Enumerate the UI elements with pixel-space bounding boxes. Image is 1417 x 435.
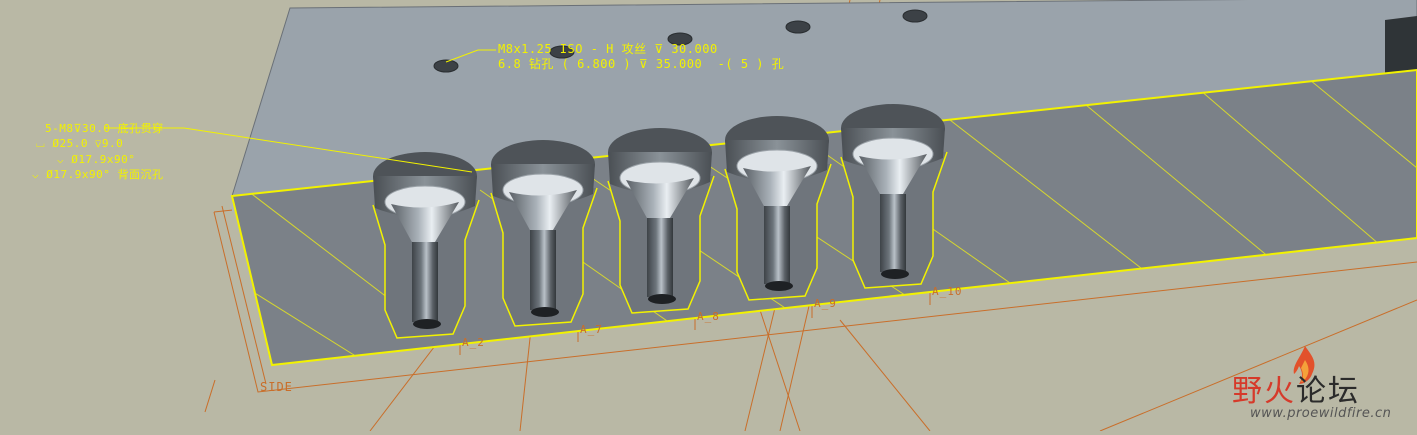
watermark-title-part2: 论坛 xyxy=(1296,374,1360,409)
datum-label-a10[interactable]: A_10 xyxy=(932,285,963,298)
watermark-title-part1: 野火 xyxy=(1232,374,1296,409)
hole-bottom xyxy=(881,269,909,279)
datum-label-a8[interactable]: A_8 xyxy=(697,310,720,323)
counterbore-note-line4[interactable]: ⌵ Ø17.9x90° 背面沉孔 xyxy=(32,168,163,181)
hole-shaft xyxy=(880,194,906,272)
hole-bottom xyxy=(765,281,793,291)
hole-note-line2[interactable]: 6.8 钻孔 ( 6.800 ) ⊽ 35.000 -( 5 ) 孔 xyxy=(498,58,784,71)
hole-note-line1[interactable]: M8x1.25 ISO - H 攻丝 ⊽ 30.000 xyxy=(498,43,718,56)
counterbore-note-line1[interactable]: 5-M8⊽30.0 底孔贯穿 xyxy=(45,122,164,135)
counterbore-hole-5[interactable] xyxy=(840,104,948,289)
hole-bottom xyxy=(531,307,559,317)
datum-label-a9[interactable]: A_9 xyxy=(814,297,837,310)
hole-bottom xyxy=(648,294,676,304)
counterbore-hole-1[interactable] xyxy=(372,152,480,339)
section-label[interactable]: SIDE xyxy=(260,380,293,394)
counterbore-note-line2[interactable]: ⌴ Ø25.0 ⊽9.0 xyxy=(36,137,123,150)
cad-viewport[interactable]: M8x1.25 ISO - H 攻丝 ⊽ 30.000 6.8 钻孔 ( 6.8… xyxy=(0,0,1417,432)
hole-bottom xyxy=(413,319,441,329)
datum-label-a7[interactable]: A_7 xyxy=(580,323,603,336)
counterbore-hole-2[interactable] xyxy=(490,140,598,327)
hole-shaft xyxy=(764,206,790,284)
hole-shaft xyxy=(530,230,556,310)
counterbore-note-line3[interactable]: ⌵ Ø17.9x90° xyxy=(57,153,135,166)
hole-shaft xyxy=(647,218,673,297)
hole-shaft xyxy=(412,242,438,322)
watermark-url: www.proewildfire.cn xyxy=(1250,406,1392,421)
datum-label-a2[interactable]: A_2 xyxy=(462,336,485,349)
counterbore-hole-3[interactable] xyxy=(607,128,715,314)
counterbore-hole-4[interactable] xyxy=(724,116,832,301)
watermark-title: 野火论坛 xyxy=(1232,366,1360,410)
